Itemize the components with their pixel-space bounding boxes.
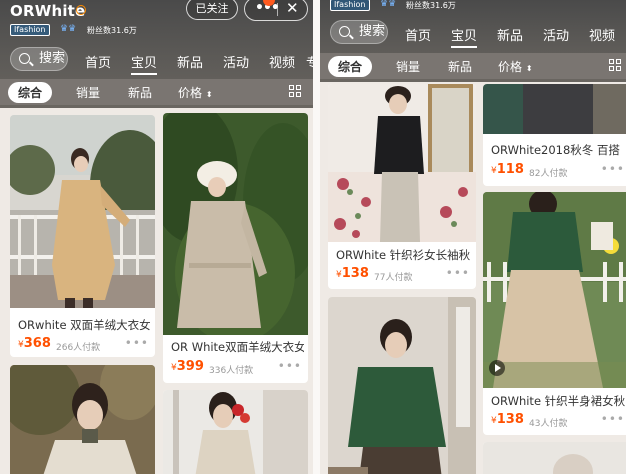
filter-new[interactable]: 新品 (448, 58, 472, 75)
product-title[interactable]: ORWhite2018秋冬 百搭 (491, 142, 626, 158)
tab-more[interactable]: 专 (306, 52, 313, 71)
tab-home[interactable]: 首页 (405, 25, 431, 44)
product-card[interactable]: ORWhite 针织衫女长袖秋 ¥138 77人付款 ••• (328, 84, 476, 289)
filter-price-label: 价格 (178, 86, 203, 100)
capsule-controls: ••• ✕ (244, 0, 308, 21)
sold-count: 266人付款 (56, 343, 101, 353)
filter-price[interactable]: 价格 ⬍ (178, 84, 213, 101)
product-card[interactable]: OR White双面羊绒大衣女 ¥399 336人付款 ••• (163, 113, 308, 383)
price-value: 368 (23, 336, 51, 351)
more-icon[interactable]: ••• (446, 266, 470, 280)
brand-tag: Ifashion (330, 0, 370, 11)
product-image (328, 297, 476, 474)
search-button[interactable]: 搜索 (10, 47, 68, 71)
tab-activity[interactable]: 活动 (543, 25, 569, 44)
product-card[interactable] (163, 390, 308, 474)
divider (277, 3, 278, 16)
shop-name: ORWhite (10, 2, 86, 20)
tab-home[interactable]: 首页 (85, 52, 111, 71)
grid-view-icon[interactable] (289, 85, 303, 99)
more-icon[interactable]: ••• (278, 359, 302, 373)
product-image (483, 442, 626, 474)
verify-icon (76, 5, 86, 15)
product-card[interactable]: ORWhite 针织半身裙女秋 ¥138 43人付款 ••• (483, 192, 626, 435)
tab-new[interactable]: 新品 (177, 52, 203, 71)
product-card[interactable] (10, 365, 155, 474)
search-icon (19, 53, 30, 64)
product-title[interactable]: ORwhite 双面羊绒大衣女 (18, 317, 151, 333)
brand-tag: Ifashion (10, 24, 50, 36)
sold-count: 336人付款 (209, 366, 254, 376)
fans-count: 粉丝数31.6万 (406, 1, 456, 10)
filter-bar: 综合 销量 新品 价格 ⬍ (0, 79, 313, 105)
product-image (483, 192, 626, 388)
price-value: 399 (176, 359, 204, 374)
more-icon[interactable]: ••• (601, 412, 625, 426)
play-icon[interactable] (489, 360, 505, 376)
product-card[interactable]: ORWhite2018秋冬 百搭 ¥118 82人付款 ••• (483, 84, 626, 186)
grid-view-icon[interactable] (609, 59, 623, 73)
tab-new[interactable]: 新品 (497, 25, 523, 44)
tab-video[interactable]: 视频 (589, 25, 615, 44)
filter-overall[interactable]: 综合 (8, 82, 53, 103)
search-button[interactable]: 搜索 (330, 20, 388, 44)
left-phone-screen: ORWhite Ifashion ♛♛ 粉丝数31.6万 已关注 ••• ✕ 搜… (0, 0, 313, 474)
sort-icon: ⬍ (525, 64, 533, 73)
product-card[interactable] (483, 442, 626, 474)
fans-count: 粉丝数31.6万 (87, 26, 137, 35)
filter-price[interactable]: 价格 ⬍ (498, 58, 533, 75)
product-price: ¥118 (491, 162, 524, 177)
tab-video[interactable]: 视频 (269, 52, 295, 71)
search-label: 搜索 (359, 24, 386, 39)
product-image (10, 365, 155, 474)
product-image (483, 84, 626, 134)
right-phone-screen: Ifashion ♛♛ 粉丝数31.6万 搜索 首页 宝贝 新品 活动 视频 综… (320, 0, 626, 474)
more-icon[interactable]: ••• (601, 162, 625, 176)
price-value: 118 (496, 162, 524, 177)
price-value: 138 (341, 266, 369, 281)
filter-price-label: 价格 (498, 60, 523, 74)
tmall-icon: ♛♛ (60, 24, 77, 34)
product-image (328, 84, 476, 242)
filter-sales[interactable]: 销量 (76, 84, 100, 101)
more-icon[interactable]: ••• (125, 336, 149, 350)
sort-icon: ⬍ (205, 90, 213, 99)
product-price: ¥138 (491, 412, 524, 427)
tab-activity[interactable]: 活动 (223, 52, 249, 71)
product-title[interactable]: OR White双面羊绒大衣女 (171, 339, 304, 355)
tab-products[interactable]: 宝贝 (451, 25, 478, 48)
product-price: ¥138 (336, 266, 369, 281)
tmall-icon: ♛♛ (380, 0, 397, 9)
product-image (10, 115, 155, 308)
sold-count: 82人付款 (529, 169, 568, 179)
search-label: 搜索 (39, 51, 66, 66)
filter-new[interactable]: 新品 (128, 84, 152, 101)
close-icon[interactable]: ✕ (286, 0, 299, 17)
filter-overall[interactable]: 综合 (328, 56, 373, 77)
product-title[interactable]: ORWhite 针织半身裙女秋 (491, 393, 626, 409)
product-card[interactable]: ORwhite 双面羊绒大衣女 ¥368 266人付款 ••• (10, 115, 155, 357)
sold-count: 43人付款 (529, 419, 568, 429)
filter-bar: 综合 销量 新品 价格 ⬍ (320, 53, 626, 79)
product-price: ¥368 (18, 336, 51, 351)
search-icon (339, 26, 350, 37)
divider (313, 0, 320, 474)
follow-button[interactable]: 已关注 (186, 0, 238, 20)
product-image (163, 113, 308, 335)
filter-sales[interactable]: 销量 (396, 58, 420, 75)
product-image (163, 390, 308, 474)
price-value: 138 (496, 412, 524, 427)
tab-products[interactable]: 宝贝 (131, 52, 158, 75)
product-title[interactable]: ORWhite 针织衫女长袖秋 (336, 247, 472, 263)
sold-count: 77人付款 (374, 273, 413, 283)
product-card[interactable] (328, 297, 476, 474)
product-price: ¥399 (171, 359, 204, 374)
